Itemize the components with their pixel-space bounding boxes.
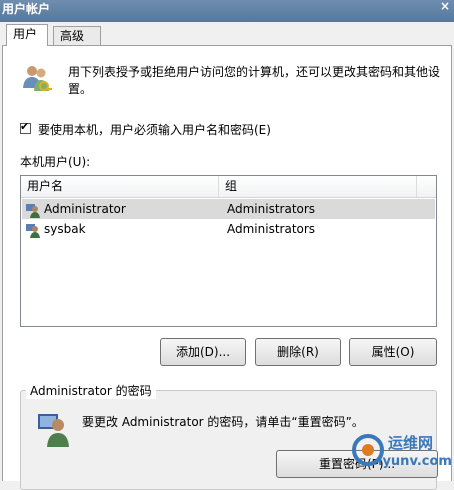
cell-username: sysbak (44, 222, 86, 236)
watermark: 运维网 iyunv.com (348, 430, 452, 478)
user-icon (26, 204, 40, 218)
users-listview[interactable]: 用户名 组 Administrator Administrators sysba… (20, 175, 437, 327)
watermark-cn: 运维网 (388, 434, 434, 452)
tab-advanced-label: 高级 (60, 29, 85, 43)
users-icon (23, 66, 52, 91)
require-login-label[interactable]: 要使用本机，用户必须输入用户名和密码(E) (38, 121, 271, 138)
checkmark-icon: ✔ (20, 120, 30, 133)
user-password-icon (38, 414, 69, 447)
remove-user-button[interactable]: 删除(R) (255, 338, 341, 366)
tab-advanced[interactable]: 高级 (53, 26, 101, 45)
local-users-label: 本机用户(U): (20, 155, 91, 169)
add-user-button[interactable]: 添加(D)... (160, 338, 246, 366)
tab-strip: 用户 高级 (0, 22, 454, 46)
window-titlebar: 用户帐户 × (0, 0, 454, 22)
watermark-en: iyunv.com (378, 454, 452, 469)
tab-users-label: 用户 (13, 27, 38, 41)
listview-header: 用户名 组 (21, 176, 436, 198)
column-group[interactable]: 组 (219, 176, 417, 197)
close-icon[interactable]: × (440, 0, 450, 12)
user-icon (26, 224, 40, 238)
cell-username: Administrator (44, 202, 126, 216)
password-instruction: 要更改 Administrator 的密码，请单击“重置密码”。 (82, 415, 364, 429)
cell-group: Administrators (227, 222, 316, 236)
table-row[interactable]: Administrator Administrators (22, 199, 435, 219)
cell-group: Administrators (227, 202, 316, 216)
description-text: 用下列表授予或拒绝用户访问您的计算机，还可以更改其密码和其他设置。 (68, 65, 441, 96)
tab-users[interactable]: 用户 (6, 24, 48, 46)
table-row[interactable]: sysbak Administrators (22, 219, 435, 239)
properties-button[interactable]: 属性(O) (349, 338, 437, 366)
password-group-title: Administrator 的密码 (26, 382, 156, 399)
require-login-checkbox[interactable]: ✔ (20, 120, 31, 134)
column-username[interactable]: 用户名 (21, 176, 219, 197)
window-title: 用户帐户 (2, 2, 51, 16)
